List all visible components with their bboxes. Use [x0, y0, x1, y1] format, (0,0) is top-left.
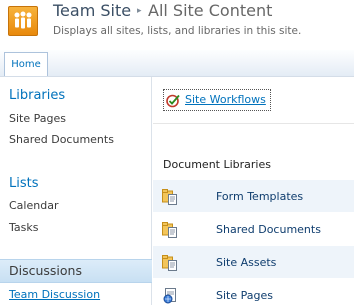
page-header: Team Site ▸ All Site Content Displays al… [0, 0, 354, 48]
quick-launch-lists-heading[interactable]: Lists [9, 176, 39, 191]
quick-launch-item-shared-documents[interactable]: Shared Documents [9, 133, 114, 146]
library-row-site-pages[interactable]: Site Pages [153, 279, 354, 305]
quick-launch-item-team-discussion[interactable]: Team Discussion [9, 288, 100, 301]
workflow-icon [166, 94, 180, 108]
sharepoint-page: Team Site ▸ All Site Content Displays al… [0, 0, 354, 305]
library-row-site-assets[interactable]: Site Assets [153, 246, 354, 279]
quick-launch: Libraries Site Pages Shared Documents Li… [0, 77, 152, 305]
library-label[interactable]: Site Pages [216, 289, 273, 302]
breadcrumb-arrow-icon: ▸ [137, 6, 142, 16]
library-label[interactable]: Site Assets [216, 256, 276, 269]
main-content: Site Workflows Document Libraries Form T… [153, 77, 354, 305]
page-description: Displays all sites, lists, and libraries… [53, 25, 302, 37]
library-label[interactable]: Form Templates [216, 190, 303, 203]
site-logo[interactable] [8, 6, 38, 36]
section-divider [153, 123, 354, 124]
page-title: All Site Content [148, 1, 273, 20]
tab-home[interactable]: Home [4, 52, 48, 76]
library-row-form-templates[interactable]: Form Templates [153, 180, 354, 213]
site-title-link[interactable]: Team Site [53, 1, 131, 20]
quick-launch-libraries-heading[interactable]: Libraries [9, 88, 65, 103]
top-navigation-bar: Home [0, 50, 354, 77]
site-workflows-label: Site Workflows [185, 93, 266, 106]
library-row-shared-documents[interactable]: Shared Documents [153, 213, 354, 246]
wiki-page-library-icon [163, 288, 176, 304]
quick-launch-discussions-heading[interactable]: Discussions [0, 259, 152, 283]
library-label[interactable]: Shared Documents [216, 223, 321, 236]
document-libraries-heading: Document Libraries [163, 158, 271, 171]
quick-launch-item-tasks[interactable]: Tasks [9, 221, 38, 234]
quick-launch-discussions-label: Discussions [9, 263, 82, 278]
document-library-icon [162, 189, 177, 205]
site-workflows-link[interactable]: Site Workflows [163, 89, 271, 111]
document-library-icon [162, 255, 177, 271]
document-library-icon [162, 222, 177, 238]
people-icon [14, 11, 32, 29]
quick-launch-item-site-pages[interactable]: Site Pages [9, 112, 66, 125]
quick-launch-item-calendar[interactable]: Calendar [9, 199, 58, 212]
